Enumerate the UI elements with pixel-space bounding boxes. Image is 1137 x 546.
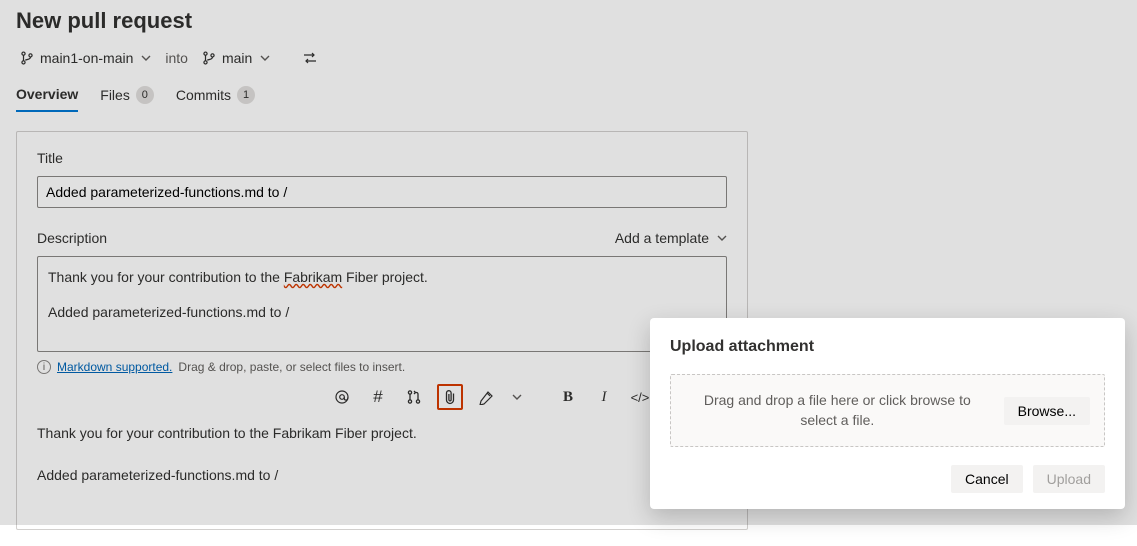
swap-branches-button[interactable] [296, 49, 324, 67]
edit-button[interactable] [473, 384, 499, 410]
chevron-down-icon [717, 233, 727, 243]
description-line1: Thank you for your contribution to the F… [48, 267, 716, 288]
target-branch-name: main [222, 50, 252, 66]
title-label: Title [37, 150, 727, 166]
add-template-dropdown[interactable]: Add a template [615, 230, 727, 246]
code-icon: </> [631, 390, 650, 405]
at-icon [334, 389, 350, 405]
description-textarea[interactable]: Thank you for your contribution to the F… [37, 256, 727, 352]
branch-icon [20, 51, 34, 65]
chevron-down-icon [141, 53, 151, 63]
bold-button[interactable]: B [555, 384, 581, 410]
tab-commits-label: Commits [176, 87, 231, 103]
tab-files-label: Files [100, 87, 130, 103]
source-branch-selector[interactable]: main1-on-main [16, 48, 155, 68]
modal-title: Upload attachment [670, 338, 1105, 356]
target-branch-selector[interactable]: main [198, 48, 274, 68]
description-preview: Thank you for your contribution to the F… [37, 422, 727, 487]
chevron-down-icon [260, 53, 270, 63]
upload-attachment-modal: Upload attachment Drag and drop a file h… [650, 318, 1125, 509]
info-icon: i [37, 360, 51, 374]
pencil-icon [479, 390, 494, 405]
dropzone-text: Drag and drop a file here or click brows… [685, 391, 990, 430]
files-count-badge: 0 [136, 86, 154, 104]
tab-files[interactable]: Files 0 [100, 86, 154, 112]
italic-icon: I [602, 389, 607, 406]
file-dropzone[interactable]: Drag and drop a file here or click brows… [670, 374, 1105, 447]
cancel-button[interactable]: Cancel [951, 465, 1023, 493]
markdown-supported-link[interactable]: Markdown supported. [57, 360, 172, 374]
markdown-hint-text: Drag & drop, paste, or select files to i… [178, 360, 405, 374]
commits-count-badge: 1 [237, 86, 255, 104]
description-line2: Added parameterized-functions.md to / [48, 302, 716, 323]
bold-icon: B [563, 389, 573, 406]
pr-tabs: Overview Files 0 Commits 1 [16, 86, 1121, 113]
swap-icon [302, 51, 318, 65]
upload-button[interactable]: Upload [1033, 465, 1105, 493]
page-title: New pull request [16, 8, 1121, 34]
italic-button[interactable]: I [591, 384, 617, 410]
browse-button[interactable]: Browse... [1004, 397, 1090, 425]
workitem-button[interactable]: # [365, 384, 391, 410]
branch-selector-row: main1-on-main into main [16, 48, 1121, 68]
attach-button[interactable] [437, 384, 463, 410]
preview-line2: Added parameterized-functions.md to / [37, 464, 727, 486]
pullrequest-icon [406, 389, 422, 405]
preview-line1: Thank you for your contribution to the F… [37, 422, 727, 444]
into-label: into [165, 50, 188, 66]
tab-commits[interactable]: Commits 1 [176, 86, 255, 112]
pr-link-button[interactable] [401, 384, 427, 410]
heading-dropdown[interactable] [509, 384, 525, 410]
mention-button[interactable] [329, 384, 355, 410]
branch-icon [202, 51, 216, 65]
editor-toolbar: # B I </> [37, 380, 727, 410]
markdown-hint-row: i Markdown supported. Drag & drop, paste… [37, 360, 727, 374]
paperclip-icon [443, 389, 457, 405]
description-label: Description [37, 230, 107, 246]
source-branch-name: main1-on-main [40, 50, 133, 66]
title-input[interactable] [37, 176, 727, 208]
pr-form-panel: Title Description Add a template Thank y… [16, 131, 748, 530]
hash-icon: # [373, 387, 382, 407]
add-template-label: Add a template [615, 230, 709, 246]
chevron-down-icon [512, 392, 522, 402]
tab-overview[interactable]: Overview [16, 86, 78, 112]
